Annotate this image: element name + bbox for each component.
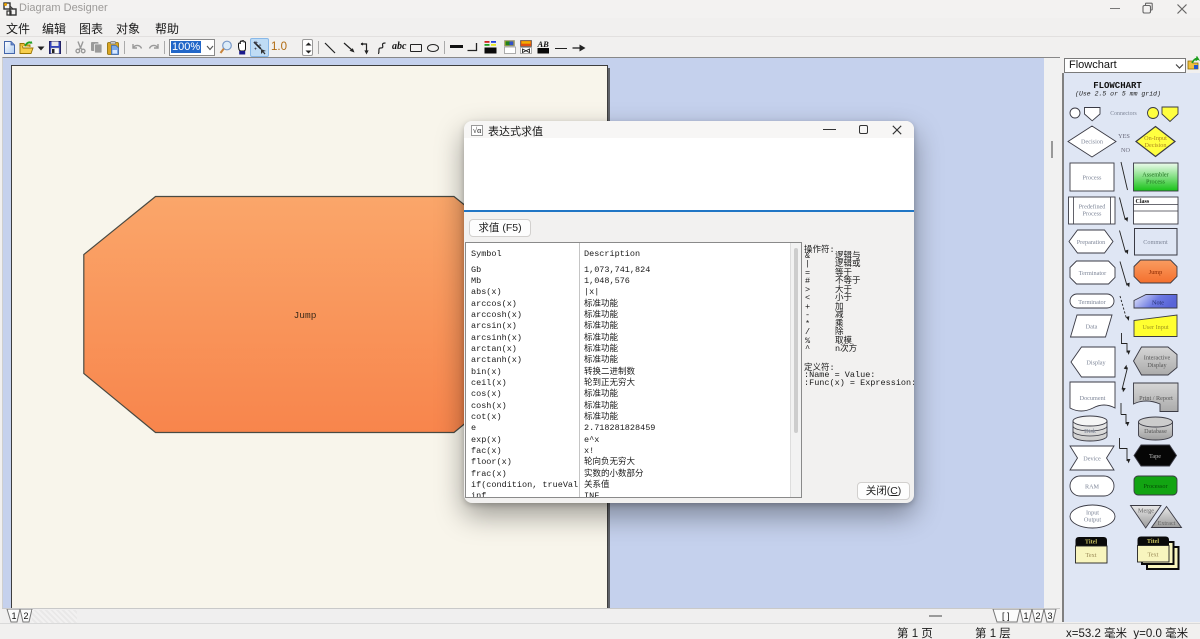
svg-text:Class: Class bbox=[1136, 199, 1150, 205]
svg-text:Note: Note bbox=[1152, 300, 1164, 307]
svg-text:1: 1 bbox=[1023, 611, 1028, 621]
svg-text:Decision: Decision bbox=[1081, 139, 1103, 146]
svg-text:Preparation: Preparation bbox=[1077, 239, 1106, 246]
svg-text:Process: Process bbox=[1083, 211, 1102, 218]
svg-text:Predefined: Predefined bbox=[1079, 204, 1107, 211]
svg-text:Text: Text bbox=[1086, 552, 1097, 559]
svg-text:Document: Document bbox=[1080, 395, 1106, 402]
svg-text:NO: NO bbox=[1121, 147, 1130, 154]
svg-text:[ ]: [ ] bbox=[1002, 611, 1010, 621]
svg-text:(Use 2.5 or 5 mm grid): (Use 2.5 or 5 mm grid) bbox=[1075, 91, 1161, 98]
svg-text:Print / Report: Print / Report bbox=[1139, 395, 1173, 402]
svg-text:Device: Device bbox=[1083, 456, 1101, 463]
svg-text:Display: Display bbox=[1147, 362, 1167, 369]
svg-text:Jump: Jump bbox=[294, 310, 317, 321]
svg-text:Output: Output bbox=[1084, 517, 1101, 524]
svg-text:Titel: Titel bbox=[1085, 539, 1098, 546]
svg-text:Extract: Extract bbox=[1158, 520, 1176, 527]
svg-text:FLOWCHART: FLOWCHART bbox=[1093, 81, 1142, 91]
svg-text:Titel: Titel bbox=[1147, 538, 1160, 545]
svg-text:Comment: Comment bbox=[1143, 239, 1168, 246]
svg-text:Processor: Processor bbox=[1143, 483, 1167, 490]
svg-text:AB: AB bbox=[537, 40, 549, 49]
svg-text:Decision: Decision bbox=[1145, 142, 1167, 149]
svg-text:Text: Text bbox=[1148, 552, 1159, 559]
svg-text:Jump: Jump bbox=[1149, 269, 1162, 276]
svg-text:3: 3 bbox=[1047, 611, 1052, 621]
svg-text:Process: Process bbox=[1146, 179, 1165, 186]
svg-text:Display: Display bbox=[1086, 360, 1106, 367]
svg-text:Disk: Disk bbox=[1084, 428, 1097, 435]
svg-text:Assembler: Assembler bbox=[1142, 172, 1168, 179]
svg-text:Connectors: Connectors bbox=[1110, 111, 1137, 117]
svg-text:On-Input: On-Input bbox=[1144, 135, 1167, 142]
svg-text:Database: Database bbox=[1144, 428, 1167, 435]
svg-text:Input: Input bbox=[1086, 510, 1099, 517]
svg-text:Interactive: Interactive bbox=[1144, 355, 1171, 362]
svg-text:2: 2 bbox=[1035, 611, 1040, 621]
svg-text:YES: YES bbox=[1118, 133, 1130, 140]
svg-text:1: 1 bbox=[11, 611, 16, 621]
svg-text:Terminator: Terminator bbox=[1078, 299, 1105, 306]
svg-text:2: 2 bbox=[23, 611, 28, 621]
svg-text:Terminator: Terminator bbox=[1079, 270, 1106, 277]
svg-text:Process: Process bbox=[1083, 175, 1102, 182]
svg-text:Tape: Tape bbox=[1149, 453, 1161, 460]
svg-text:RAM: RAM bbox=[1085, 484, 1100, 491]
svg-text:User Input: User Input bbox=[1142, 324, 1169, 331]
svg-text:Data: Data bbox=[1086, 324, 1098, 331]
svg-text:Merge: Merge bbox=[1138, 508, 1154, 515]
